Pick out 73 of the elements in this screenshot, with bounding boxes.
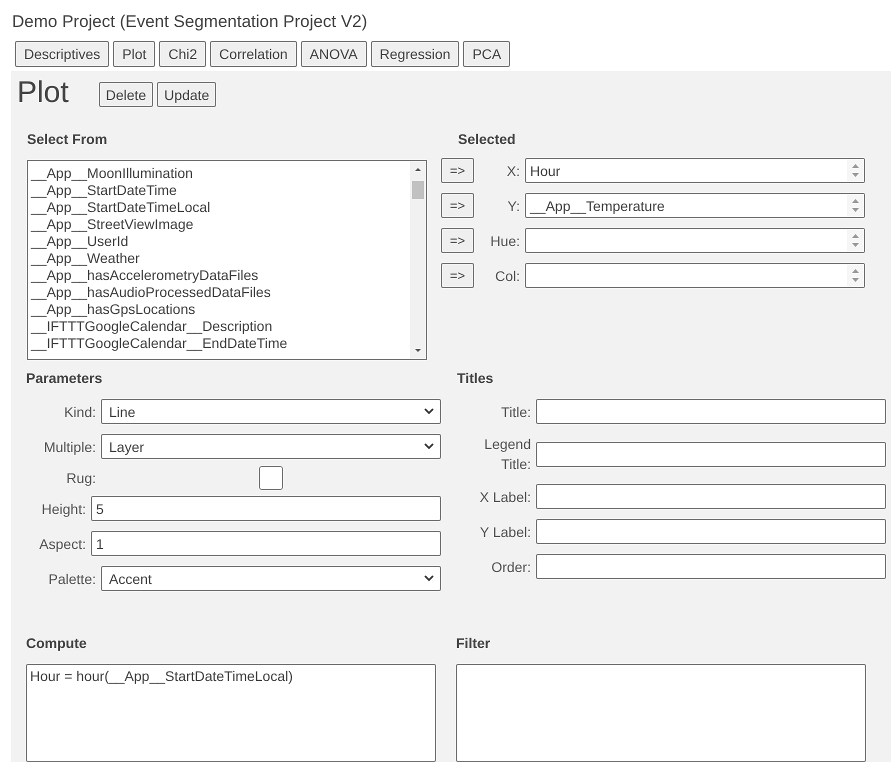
action-button[interactable]: Update (157, 82, 216, 107)
list-item[interactable]: __App__StartDateTime (28, 182, 410, 199)
section-label: Select From (27, 131, 108, 147)
section-label: Filter (456, 635, 492, 651)
add-button[interactable]: => (441, 193, 474, 218)
text-input[interactable] (536, 484, 886, 509)
checkbox[interactable] (259, 466, 283, 490)
variable-field[interactable] (525, 263, 865, 288)
variable-field[interactable]: Hour (525, 158, 865, 183)
text-input[interactable]: 5 (91, 496, 441, 521)
tab-button[interactable]: PCA (463, 41, 510, 67)
chevron-down-icon (424, 408, 434, 415)
tab-button[interactable]: Plot (113, 41, 156, 67)
tab-button[interactable]: Regression (370, 41, 460, 67)
list-item[interactable]: __App__hasAccelerometryDataFiles (28, 267, 410, 284)
spinner-icon (847, 264, 864, 287)
field-label: X Label: (478, 488, 532, 506)
dropdown[interactable]: Accent (101, 566, 441, 591)
field-label: Multiple: (42, 438, 97, 454)
spinner-icon (847, 194, 864, 217)
filter-textarea[interactable] (456, 664, 866, 762)
field-label: Rug: (65, 470, 97, 486)
list-item[interactable]: __App__Weather (28, 250, 410, 267)
field-label: Col: (494, 268, 521, 284)
field-label: Title: (500, 402, 532, 422)
field-label: Height: (40, 500, 87, 516)
compute-textarea[interactable]: Hour = hour(__App__StartDateTimeLocal) (26, 664, 436, 762)
field-label: Y: (506, 198, 521, 214)
scrollbar[interactable] (410, 161, 426, 359)
dropdown[interactable]: Line (101, 399, 441, 424)
action-button[interactable]: Delete (98, 82, 154, 107)
tab-button[interactable]: Chi2 (159, 41, 206, 67)
add-button[interactable]: => (441, 228, 474, 253)
text-input[interactable] (536, 399, 886, 424)
list-item[interactable]: __IFTTTGoogleCalendar__EndDateTime (28, 335, 410, 352)
field-label: Palette: (48, 570, 97, 586)
section-label: Titles (457, 370, 494, 386)
text-input[interactable] (536, 519, 886, 544)
list-item[interactable]: __App__StartDateTimeLocal (28, 199, 410, 216)
list-item[interactable]: __IFTTTGoogleCalendar__Description (28, 318, 410, 335)
field-label: Legend Title: (483, 435, 532, 474)
field-label: Aspect: (38, 536, 87, 552)
field-label: Y Label: (478, 522, 532, 542)
section-label: Compute (26, 635, 88, 651)
add-button[interactable]: => (441, 158, 474, 183)
list-item[interactable]: __App__StreetViewImage (28, 216, 410, 233)
variable-field[interactable] (525, 228, 865, 253)
dropdown[interactable]: Layer (101, 434, 441, 459)
add-button[interactable]: => (441, 263, 474, 288)
list-item[interactable]: __App__hasAudioProcessedDataFiles (28, 284, 410, 301)
list-item[interactable]: __App__MoonIllumination (28, 165, 410, 182)
page-heading: Plot (17, 75, 69, 111)
chevron-down-icon (424, 575, 434, 582)
spinner-icon (847, 159, 864, 182)
field-label: X: (506, 162, 521, 178)
section-label: Selected (457, 131, 517, 147)
field-label: Kind: (63, 404, 97, 420)
tab-button[interactable]: ANOVA (300, 41, 367, 67)
variable-field[interactable]: __App__Temperature (525, 193, 865, 218)
text-input[interactable] (536, 554, 886, 579)
list-item[interactable]: __App__hasGpsLocations (28, 301, 410, 318)
text-input[interactable]: 1 (91, 531, 441, 556)
tab-button[interactable]: Descriptives (15, 41, 110, 67)
chevron-down-icon (424, 443, 434, 450)
text-input[interactable] (536, 442, 886, 466)
list-item[interactable]: __App__UserId (28, 233, 410, 250)
section-label: Parameters (26, 370, 104, 386)
field-label: Order: (490, 558, 532, 576)
field-label: Hue: (489, 232, 521, 248)
spinner-icon (847, 229, 864, 252)
variable-listbox[interactable] (27, 160, 427, 360)
tab-button[interactable]: Correlation (210, 41, 297, 67)
project-title: Demo Project (Event Segmentation Project V2) (12, 12, 368, 32)
